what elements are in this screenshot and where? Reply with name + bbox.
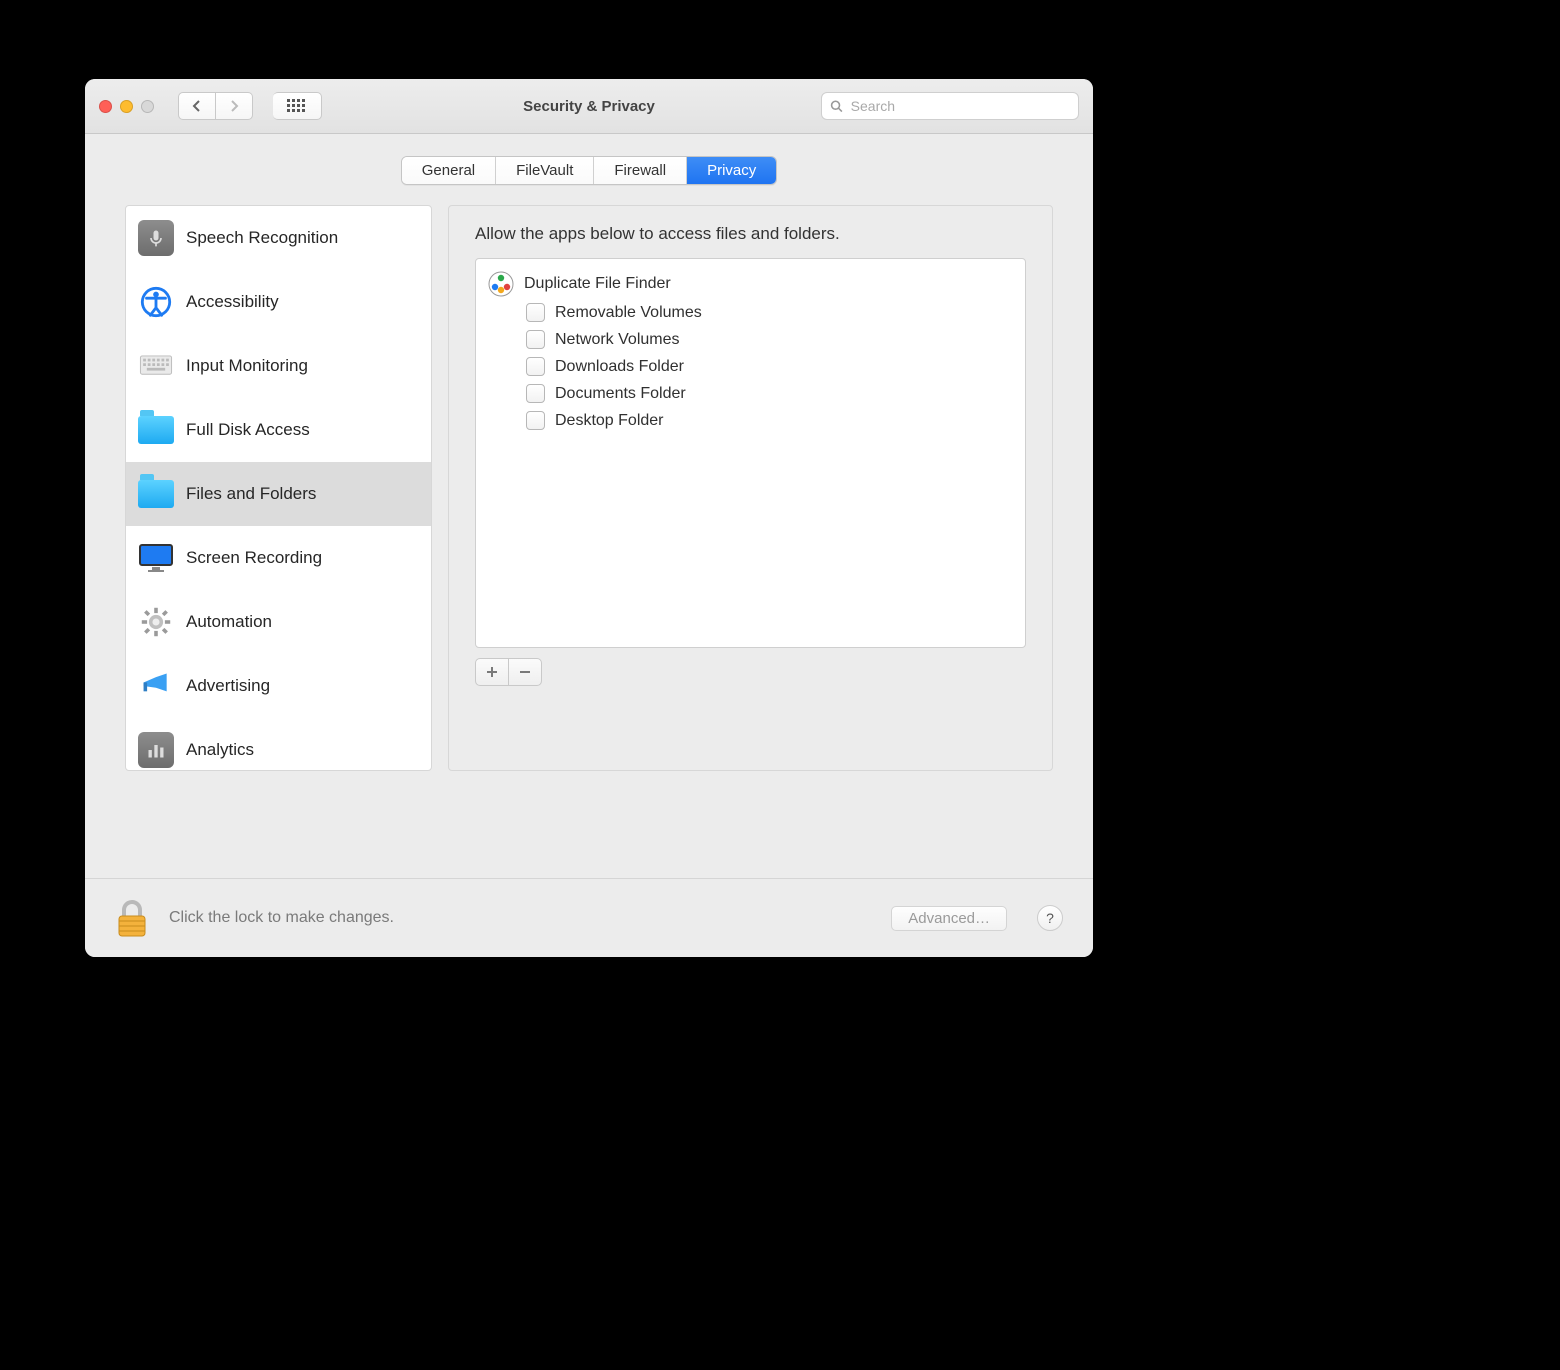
lock-button[interactable] xyxy=(115,896,149,940)
permission-row[interactable]: Desktop Folder xyxy=(488,407,1013,434)
folder-icon xyxy=(138,412,174,448)
preferences-window: Security & Privacy General FileVault Fir… xyxy=(85,79,1093,957)
sidebar-item-label: Accessibility xyxy=(186,292,279,312)
sidebar-item-accessibility[interactable]: Accessibility xyxy=(126,270,431,334)
show-all-button[interactable] xyxy=(273,92,322,120)
tab-privacy[interactable]: Privacy xyxy=(687,157,776,184)
folder-icon xyxy=(138,476,174,512)
back-button[interactable] xyxy=(178,92,216,120)
megaphone-icon xyxy=(138,668,174,704)
permission-checkbox[interactable] xyxy=(526,411,545,430)
files-and-folders-panel: Allow the apps below to access files and… xyxy=(448,205,1053,771)
app-name: Duplicate File Finder xyxy=(524,275,671,293)
permission-label: Desktop Folder xyxy=(555,412,664,430)
accessibility-icon xyxy=(138,284,174,320)
gear-icon xyxy=(138,604,174,640)
permission-row[interactable]: Documents Folder xyxy=(488,380,1013,407)
tab-general[interactable]: General xyxy=(402,157,496,184)
app-permissions-list[interactable]: Duplicate File Finder Removable Volumes … xyxy=(475,258,1026,648)
permission-label: Network Volumes xyxy=(555,331,680,349)
sidebar-item-input-monitoring[interactable]: Input Monitoring xyxy=(126,334,431,398)
search-field[interactable] xyxy=(821,92,1079,120)
advanced-button[interactable]: Advanced… xyxy=(891,906,1007,931)
search-input[interactable] xyxy=(849,97,1070,115)
microphone-icon xyxy=(138,220,174,256)
tab-filevault[interactable]: FileVault xyxy=(496,157,594,184)
app-row[interactable]: Duplicate File Finder xyxy=(488,269,1013,299)
sidebar-item-label: Automation xyxy=(186,612,272,632)
nav-back-forward xyxy=(178,92,253,120)
window-controls xyxy=(99,100,154,113)
sidebar-item-full-disk-access[interactable]: Full Disk Access xyxy=(126,398,431,462)
add-remove-buttons xyxy=(475,658,542,686)
sidebar-item-analytics[interactable]: Analytics xyxy=(126,718,431,771)
permission-row[interactable]: Downloads Folder xyxy=(488,353,1013,380)
lock-hint-text: Click the lock to make changes. xyxy=(169,909,394,927)
sidebar-item-automation[interactable]: Automation xyxy=(126,590,431,654)
chevron-right-icon xyxy=(229,100,239,112)
close-window-button[interactable] xyxy=(99,100,112,113)
barchart-icon xyxy=(138,732,174,768)
minus-icon xyxy=(519,666,531,678)
sidebar-item-label: Full Disk Access xyxy=(186,420,310,440)
permission-checkbox[interactable] xyxy=(526,330,545,349)
permission-checkbox[interactable] xyxy=(526,384,545,403)
search-icon xyxy=(830,99,843,113)
permission-label: Documents Folder xyxy=(555,385,686,403)
lock-icon xyxy=(115,896,149,940)
minimize-window-button[interactable] xyxy=(120,100,133,113)
sidebar-item-label: Analytics xyxy=(186,740,254,760)
sidebar-item-label: Input Monitoring xyxy=(186,356,308,376)
plus-icon xyxy=(486,666,498,678)
permission-checkbox[interactable] xyxy=(526,303,545,322)
display-icon xyxy=(138,540,174,576)
tab-bar: General FileVault Firewall Privacy xyxy=(401,156,778,185)
app-icon xyxy=(488,271,514,297)
permission-label: Downloads Folder xyxy=(555,358,684,376)
sidebar-item-files-and-folders[interactable]: Files and Folders xyxy=(126,462,431,526)
permission-row[interactable]: Network Volumes xyxy=(488,326,1013,353)
privacy-category-sidebar: Speech Recognition Accessibility xyxy=(125,205,432,771)
sidebar-item-label: Screen Recording xyxy=(186,548,322,568)
permission-row[interactable]: Removable Volumes xyxy=(488,299,1013,326)
tab-firewall[interactable]: Firewall xyxy=(594,157,687,184)
permission-label: Removable Volumes xyxy=(555,304,702,322)
grid-icon xyxy=(287,99,307,113)
forward-button[interactable] xyxy=(216,92,253,120)
sidebar-item-label: Advertising xyxy=(186,676,270,696)
remove-app-button[interactable] xyxy=(508,659,541,685)
sidebar-item-speech-recognition[interactable]: Speech Recognition xyxy=(126,206,431,270)
panel-description: Allow the apps below to access files and… xyxy=(475,224,1026,244)
sidebar-item-advertising[interactable]: Advertising xyxy=(126,654,431,718)
titlebar: Security & Privacy xyxy=(85,79,1093,134)
permission-checkbox[interactable] xyxy=(526,357,545,376)
chevron-left-icon xyxy=(192,100,202,112)
help-button[interactable]: ? xyxy=(1037,905,1063,931)
add-app-button[interactable] xyxy=(476,659,508,685)
sidebar-item-screen-recording[interactable]: Screen Recording xyxy=(126,526,431,590)
sidebar-item-label: Speech Recognition xyxy=(186,228,338,248)
sidebar-item-label: Files and Folders xyxy=(186,484,316,504)
zoom-window-button[interactable] xyxy=(141,100,154,113)
footer: Click the lock to make changes. Advanced… xyxy=(85,878,1093,957)
keyboard-icon xyxy=(138,348,174,384)
